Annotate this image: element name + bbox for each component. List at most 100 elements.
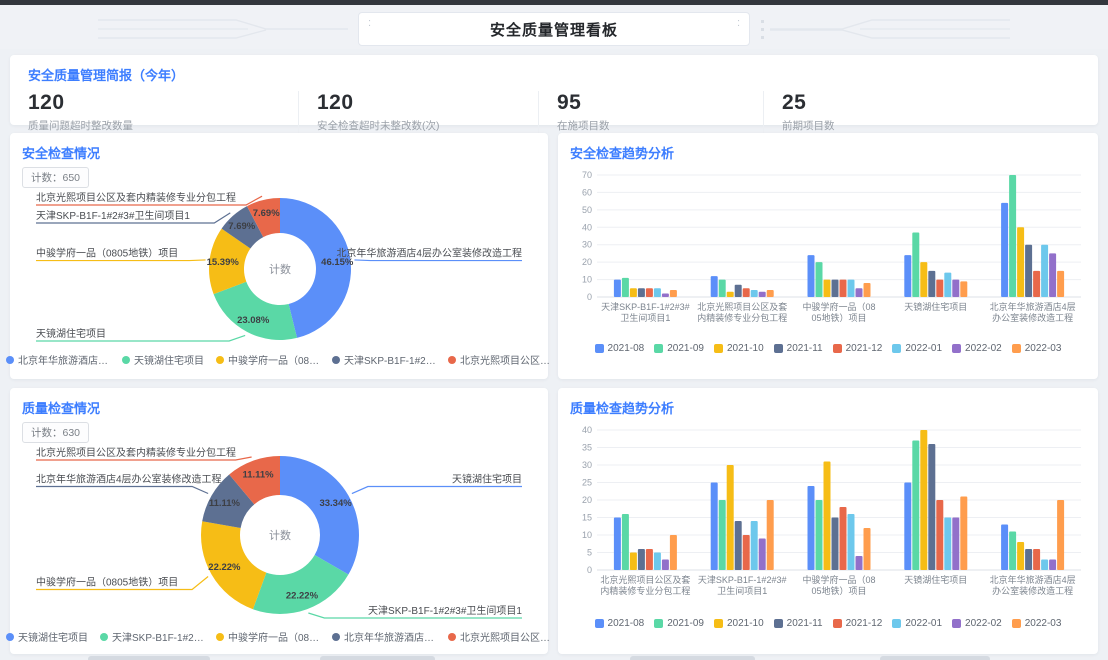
bar[interactable] <box>727 292 734 297</box>
bar[interactable] <box>638 549 645 570</box>
bar[interactable] <box>960 281 967 297</box>
bar[interactable] <box>848 280 855 297</box>
bar[interactable] <box>767 500 774 570</box>
bar[interactable] <box>1033 549 1040 570</box>
bar[interactable] <box>936 500 943 570</box>
bar[interactable] <box>1009 532 1016 571</box>
bar[interactable] <box>840 507 847 570</box>
bar[interactable] <box>808 255 815 297</box>
bar[interactable] <box>1017 542 1024 570</box>
bar[interactable] <box>1001 203 1008 297</box>
bar[interactable] <box>1009 175 1016 297</box>
bar[interactable] <box>630 553 637 571</box>
bar[interactable] <box>816 262 823 297</box>
bar[interactable] <box>646 288 653 297</box>
bar[interactable] <box>864 528 871 570</box>
bar[interactable] <box>936 280 943 297</box>
legend-item[interactable]: 2022-03 <box>1012 618 1062 629</box>
bar[interactable] <box>856 288 863 297</box>
bar[interactable] <box>832 280 839 297</box>
legend-item[interactable]: 北京光熙项目公区及套内精装修专业分包工程 <box>448 352 552 367</box>
legend-item[interactable]: 北京年华旅游酒店4层办公室装修改造工程 <box>332 629 436 644</box>
legend-item[interactable]: 2021-10 <box>714 618 764 629</box>
bar[interactable] <box>711 483 718 571</box>
bar[interactable] <box>824 280 831 297</box>
bar[interactable] <box>622 514 629 570</box>
bar[interactable] <box>735 521 742 570</box>
bar[interactable] <box>719 280 726 297</box>
bar[interactable] <box>662 560 669 571</box>
bar[interactable] <box>1041 560 1048 571</box>
bar[interactable] <box>646 549 653 570</box>
legend-item[interactable]: 天镜湖住宅项目 <box>6 629 88 644</box>
bar[interactable] <box>944 518 951 571</box>
legend-item[interactable]: 中骏学府一品（0805地铁）项目 <box>216 629 320 644</box>
legend-item[interactable]: 2022-01 <box>892 618 942 629</box>
bar[interactable] <box>654 553 661 571</box>
bar[interactable] <box>928 444 935 570</box>
legend-item[interactable]: 2022-02 <box>952 343 1002 354</box>
bar[interactable] <box>630 288 637 297</box>
bar[interactable] <box>904 483 911 571</box>
legend-item[interactable]: 2021-09 <box>654 618 704 629</box>
bar[interactable] <box>662 294 669 297</box>
bar[interactable] <box>944 273 951 297</box>
bar[interactable] <box>751 290 758 297</box>
bar[interactable] <box>1025 549 1032 570</box>
legend-item[interactable]: 中骏学府一品（0805地铁）项目 <box>216 352 320 367</box>
bar[interactable] <box>840 280 847 297</box>
legend-item[interactable]: 北京年华旅游酒店4层办公室装修改造工程 <box>6 352 110 367</box>
bar[interactable] <box>614 280 621 297</box>
bar[interactable] <box>767 290 774 297</box>
bar[interactable] <box>1049 253 1056 297</box>
bar[interactable] <box>751 521 758 570</box>
bar[interactable] <box>920 430 927 570</box>
legend-item[interactable]: 2022-02 <box>952 618 1002 629</box>
legend-item[interactable]: 天津SKP-B1F-1#2#3#卫生间项目1 <box>100 629 204 644</box>
bar[interactable] <box>824 462 831 571</box>
bar[interactable] <box>1057 500 1064 570</box>
bar[interactable] <box>808 486 815 570</box>
bar[interactable] <box>952 280 959 297</box>
pie-slice[interactable] <box>214 282 297 340</box>
bar[interactable] <box>912 233 919 297</box>
bar[interactable] <box>832 518 839 571</box>
bar[interactable] <box>735 285 742 297</box>
bar[interactable] <box>920 262 927 297</box>
legend-item[interactable]: 天津SKP-B1F-1#2#3#卫生间项目1 <box>332 352 436 367</box>
bar[interactable] <box>614 518 621 571</box>
bar[interactable] <box>719 500 726 570</box>
bar[interactable] <box>759 292 766 297</box>
bar[interactable] <box>711 276 718 297</box>
bar[interactable] <box>1017 227 1024 297</box>
bar[interactable] <box>670 290 677 297</box>
bar[interactable] <box>743 288 750 297</box>
legend-item[interactable]: 2021-08 <box>595 343 645 354</box>
bar[interactable] <box>654 288 661 297</box>
bar[interactable] <box>928 271 935 297</box>
bar[interactable] <box>848 514 855 570</box>
legend-item[interactable]: 2021-08 <box>595 618 645 629</box>
bar[interactable] <box>904 255 911 297</box>
bar[interactable] <box>856 556 863 570</box>
legend-item[interactable]: 天镜湖住宅项目 <box>122 352 204 367</box>
bar[interactable] <box>864 283 871 297</box>
legend-item[interactable]: 2021-10 <box>714 343 764 354</box>
bar[interactable] <box>1041 245 1048 297</box>
pie-slice[interactable] <box>280 456 359 575</box>
bar[interactable] <box>743 535 750 570</box>
bar[interactable] <box>1049 560 1056 571</box>
bar[interactable] <box>912 441 919 571</box>
bar[interactable] <box>960 497 967 571</box>
legend-item[interactable]: 2021-12 <box>833 618 883 629</box>
bar[interactable] <box>1033 271 1040 297</box>
bar[interactable] <box>1057 271 1064 297</box>
bar[interactable] <box>727 465 734 570</box>
bar[interactable] <box>1025 245 1032 297</box>
bar[interactable] <box>816 500 823 570</box>
bar[interactable] <box>952 518 959 571</box>
legend-item[interactable]: 2022-03 <box>1012 343 1062 354</box>
bar[interactable] <box>759 539 766 571</box>
legend-item[interactable]: 2021-11 <box>774 343 823 354</box>
bar[interactable] <box>1001 525 1008 571</box>
